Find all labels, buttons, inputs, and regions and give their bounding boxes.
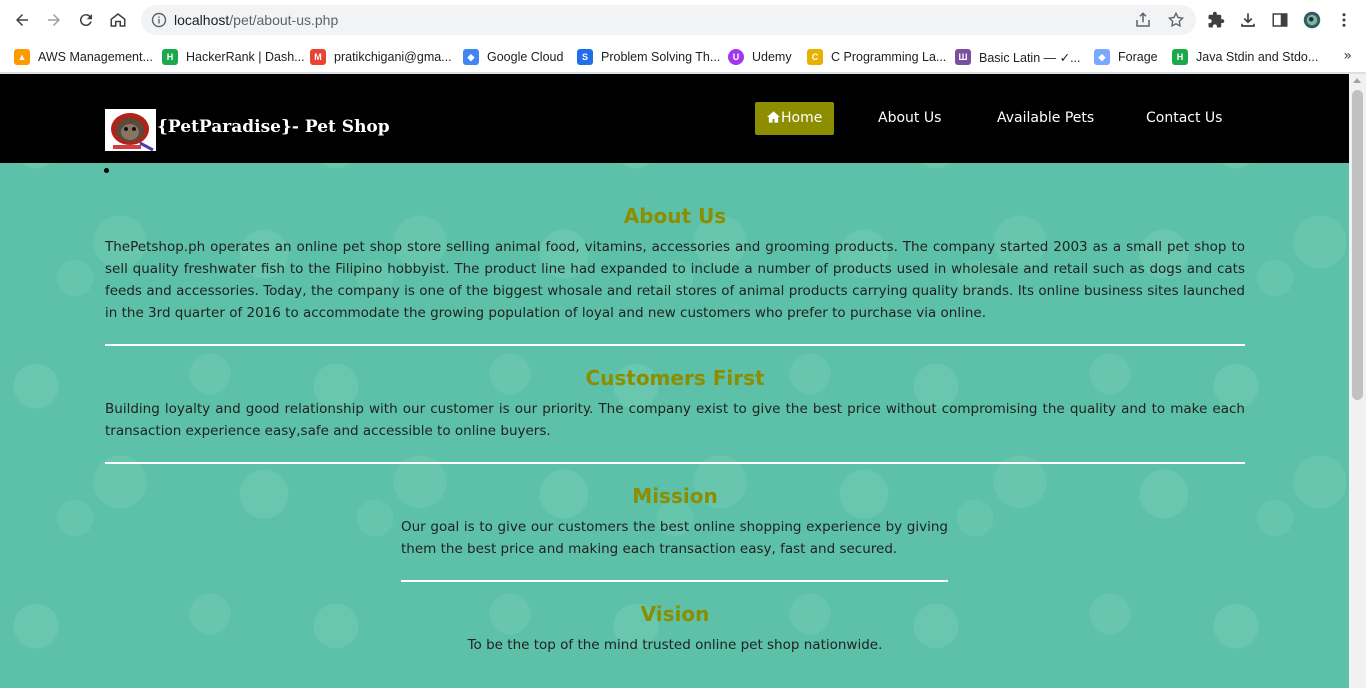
section-divider: [401, 580, 948, 582]
bookmark-label: Problem Solving Th...: [601, 50, 721, 64]
menu-kebab-icon[interactable]: [1332, 8, 1356, 32]
c-programming-icon: C: [807, 49, 823, 65]
section-divider: [105, 344, 1245, 346]
nav-about-us[interactable]: About Us: [866, 102, 953, 135]
forward-icon[interactable]: [42, 8, 66, 32]
page-body: {PetParadise}- Pet Shop Home About Us Av…: [0, 74, 1349, 688]
mission-text: Our goal is to give our customers the be…: [401, 519, 948, 557]
profile-avatar-icon[interactable]: [1300, 8, 1324, 32]
share-icon[interactable]: [1134, 11, 1152, 29]
bookmark-label: C Programming La...: [831, 50, 947, 64]
address-bar[interactable]: localhost/pet/about-us.php: [141, 5, 1196, 35]
site-info-icon[interactable]: [151, 12, 167, 28]
extensions-icon[interactable]: [1204, 8, 1228, 32]
page-viewport: {PetParadise}- Pet Shop Home About Us Av…: [0, 74, 1366, 688]
nav-home-label: Home: [781, 110, 823, 126]
bookmark-star-icon[interactable]: [1167, 11, 1185, 29]
about-us-text: ThePetshop.ph operates an online pet sho…: [105, 239, 1245, 321]
page-scrollbar[interactable]: [1349, 74, 1366, 688]
forage-icon: ◆: [1094, 49, 1110, 65]
bookmark-problem-solving[interactable]: S Problem Solving Th...: [577, 46, 720, 68]
bookmark-label: Basic Latin — ✓...: [979, 50, 1081, 65]
bookmark-label: pratikchigani@gma...: [334, 50, 452, 64]
nav-available-pets[interactable]: Available Pets: [985, 102, 1106, 135]
problem-solving-icon: S: [577, 49, 593, 65]
bookmark-label: HackerRank | Dash...: [186, 50, 305, 64]
bookmark-aws[interactable]: ▲ AWS Management...: [14, 46, 153, 68]
bookmark-udemy[interactable]: U Udemy: [728, 46, 792, 68]
side-panel-icon[interactable]: [1268, 8, 1292, 32]
customers-first-text: Building loyalty and good relationship w…: [105, 401, 1245, 439]
nav-home[interactable]: Home: [755, 102, 835, 135]
mission-heading: Mission: [632, 484, 718, 508]
bookmarks-bar: ▲ AWS Management... H HackerRank | Dash...…: [0, 40, 1366, 73]
more-bookmarks-icon[interactable]: »: [1343, 48, 1352, 64]
vision-heading: Vision: [640, 602, 710, 626]
bookmark-label: Java Stdin and Stdo...: [1196, 50, 1319, 64]
list-bullet: [104, 168, 109, 173]
udemy-icon: U: [728, 49, 744, 65]
vision-text: To be the top of the mind trusted online…: [467, 637, 883, 653]
browser-toolbar: localhost/pet/about-us.php: [0, 0, 1366, 40]
bookmark-forage[interactable]: ◆ Forage: [1094, 46, 1158, 68]
google-cloud-icon: ◆: [463, 49, 479, 65]
section-divider: [105, 462, 1245, 464]
scroll-up-icon[interactable]: [1353, 78, 1361, 83]
bookmark-label: AWS Management...: [38, 50, 153, 64]
basic-latin-icon: Ш: [955, 49, 971, 65]
bookmark-c-programming[interactable]: C C Programming La...: [807, 46, 946, 68]
bookmark-hackerrank[interactable]: H HackerRank | Dash...: [162, 46, 305, 68]
nav-contact-us[interactable]: Contact Us: [1134, 102, 1234, 135]
bookmark-label: Google Cloud: [487, 50, 564, 64]
aws-icon: ▲: [14, 49, 30, 65]
url-text[interactable]: localhost/pet/about-us.php: [174, 12, 338, 28]
hackerrank-icon: H: [162, 49, 178, 65]
back-icon[interactable]: [10, 8, 34, 32]
url-host: localhost: [174, 12, 230, 28]
reload-icon[interactable]: [74, 8, 98, 32]
brand-title[interactable]: {PetParadise}- Pet Shop: [157, 117, 390, 137]
bookmark-gmail[interactable]: Mpratikchigani@gma...: [310, 46, 452, 68]
site-navbar: {PetParadise}- Pet Shop Home About Us Av…: [0, 74, 1349, 163]
bookmark-basic-latin[interactable]: Ш Basic Latin — ✓...: [955, 46, 1080, 68]
about-us-heading: About Us: [623, 204, 727, 228]
logo-image[interactable]: [105, 109, 156, 151]
gmail-icon: M: [310, 49, 326, 65]
hackerrank-icon: H: [1172, 49, 1188, 65]
bookmark-label: Udemy: [752, 50, 792, 64]
bookmark-google-cloud[interactable]: ◆ Google Cloud: [463, 46, 563, 68]
bookmark-java-stdin[interactable]: H Java Stdin and Stdo...: [1172, 46, 1318, 68]
url-path: /pet/about-us.php: [229, 12, 339, 28]
scroll-thumb[interactable]: [1352, 90, 1363, 400]
home-icon[interactable]: [106, 8, 130, 32]
download-icon[interactable]: [1236, 8, 1260, 32]
customers-first-heading: Customers First: [585, 366, 765, 390]
home-icon: [767, 111, 780, 123]
bookmark-label: Forage: [1118, 50, 1158, 64]
